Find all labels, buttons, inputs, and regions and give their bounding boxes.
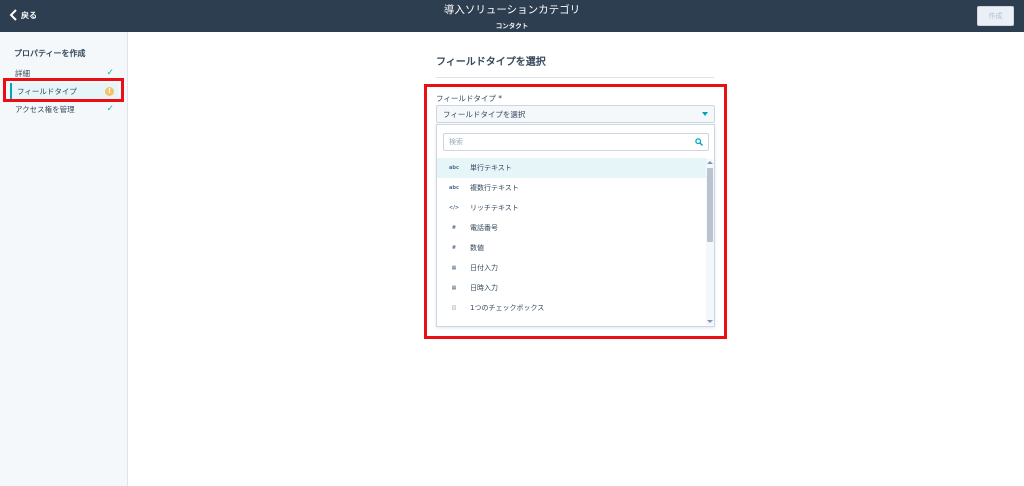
option-label: 電話番号 [470, 224, 498, 232]
option-date[interactable]: ▦ 日付入力 [437, 258, 707, 278]
sidebar-title: プロパティーを作成 [14, 49, 86, 58]
option-multi-line-text[interactable]: abc 複数行テキスト [437, 178, 707, 198]
scroll-up-icon[interactable] [707, 161, 713, 164]
search-placeholder: 検索 [449, 138, 463, 146]
option-rich-text[interactable]: </> リッチテキスト [437, 198, 707, 218]
option-label: 日付入力 [470, 264, 498, 272]
option-label: 複数行テキスト [470, 184, 519, 192]
scrollbar-thumb[interactable] [707, 168, 713, 242]
search-icon [695, 138, 703, 146]
option-label: リッチテキスト [470, 204, 519, 212]
code-icon: </> [448, 205, 460, 211]
page-title: 導入ソリューションカテゴリ [443, 4, 581, 16]
back-label: 戻る [21, 10, 37, 20]
option-label: 数値 [470, 244, 484, 252]
create-button[interactable]: 作成 [977, 6, 1014, 26]
scroll-down-icon[interactable] [707, 320, 713, 323]
option-datetime[interactable]: ▦ 日時入力 [437, 278, 707, 298]
step-label: アクセス権を管理 [15, 104, 75, 114]
step-access[interactable]: アクセス権を管理 ✓ [10, 101, 118, 117]
option-single-line-text[interactable]: abc 単行テキスト [437, 158, 707, 178]
step-details[interactable]: 詳細 ✓ [10, 65, 118, 81]
step-label: 詳細 [15, 68, 30, 78]
hash-icon: # [451, 245, 457, 251]
header-title-group: 導入ソリューションカテゴリ コンタクト [312, 4, 712, 30]
warning-icon: ! [105, 86, 114, 96]
step-label: フィールドタイプ [17, 86, 77, 96]
scrollbar[interactable] [706, 159, 714, 325]
text-icon: abc [449, 165, 459, 171]
option-single-checkbox[interactable]: ◫ 1つのチェックボックス [437, 298, 707, 318]
option-label: 単行テキスト [470, 164, 512, 172]
caret-down-icon [702, 112, 708, 116]
calendar-icon: ▦ [451, 265, 457, 271]
option-phone-number[interactable]: # 電話番号 [437, 218, 707, 238]
section-title: フィールドタイプを選択 [436, 57, 546, 68]
step-field-type[interactable]: フィールドタイプ ! [10, 83, 118, 99]
checkmark-icon: ✓ [106, 104, 114, 114]
calendar-icon: ▦ [451, 285, 457, 291]
option-label: 1つのチェックボックス [470, 304, 545, 312]
option-label: 日時入力 [470, 284, 498, 292]
hash-icon: # [451, 225, 457, 231]
option-number[interactable]: # 数値 [437, 238, 707, 258]
divider [436, 77, 714, 78]
option-list: abc 単行テキスト abc 複数行テキスト </> リッチテキスト # 電話番… [437, 158, 707, 318]
field-type-label: フィールドタイプ * [436, 94, 502, 103]
text-icon: abc [449, 185, 459, 191]
sidebar: プロパティーを作成 詳細 ✓ フィールドタイプ ! アクセス権を管理 ✓ [0, 32, 128, 486]
top-header: 戻る 導入ソリューションカテゴリ コンタクト 作成 [0, 0, 1024, 32]
checkmark-icon: ✓ [106, 68, 114, 78]
search-input[interactable]: 検索 [443, 133, 709, 151]
back-button[interactable]: 戻る [9, 9, 37, 21]
field-type-select[interactable]: フィールドタイプを選択 [436, 105, 715, 123]
select-value: フィールドタイプを選択 [443, 109, 526, 119]
field-type-dropdown: 検索 abc 単行テキスト abc 複数行テキスト </> リッチテキスト # … [436, 124, 715, 327]
page-subtitle: コンタクト [495, 22, 529, 30]
checkbox-icon: ◫ [451, 305, 457, 311]
chevron-left-icon [9, 9, 17, 21]
